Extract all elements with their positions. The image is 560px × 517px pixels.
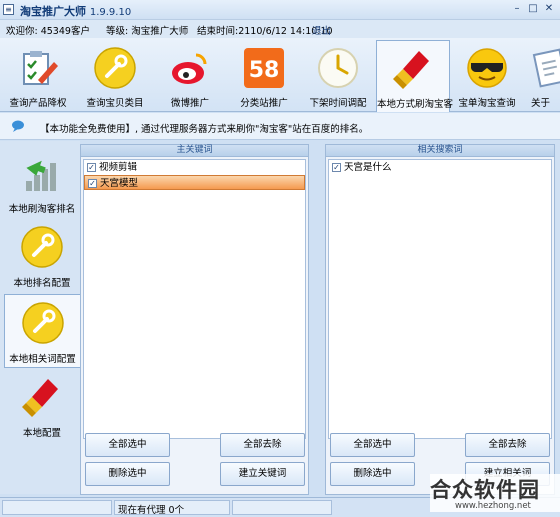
wrench-icon bbox=[21, 302, 64, 344]
title-bar: ≡ 淘宝推广大师 1.9.9.10 – □ ✕ bbox=[0, 0, 560, 20]
clipboard-pencil-icon bbox=[23, 51, 58, 85]
list-item[interactable]: ✓ 天宫是什么 bbox=[329, 160, 551, 175]
nav-label: 本地刷淘客排名 bbox=[8, 204, 76, 215]
tool-product-downgrade[interactable]: 查询产品降权 bbox=[0, 40, 76, 110]
related-terms-panel: 相关搜索词 ✓ 天宫是什么 全部选中 全部去除 删除选中 建立相关词 bbox=[325, 144, 555, 495]
main-keywords-list[interactable]: ✓ 视频剪辑 ✓ 天宫模型 bbox=[83, 159, 306, 439]
nav-label: 本地配置 bbox=[22, 428, 61, 439]
left-nav: 本地刷淘客排名 本地排名配置 本地相关词配置 本地配置 bbox=[0, 141, 80, 494]
nav-related-words-config[interactable]: 本地相关词配置 bbox=[4, 294, 80, 368]
58-icon: 58 bbox=[244, 48, 284, 88]
select-all-button[interactable]: 全部选中 bbox=[85, 433, 170, 457]
tool-label: 查询产品降权 bbox=[9, 98, 67, 109]
lipstick-icon bbox=[393, 51, 429, 89]
tool-delist-time[interactable]: 下架时间调配 bbox=[302, 40, 374, 110]
tool-label: 本地方式刷淘宝客 bbox=[377, 99, 454, 110]
speech-bubble-icon bbox=[12, 120, 24, 132]
watermark-title: 合众软件园 bbox=[430, 478, 540, 502]
level-text: 等级: 淘宝推广大师 bbox=[106, 26, 189, 37]
sunglasses-face-icon bbox=[467, 48, 507, 88]
checkbox[interactable]: ✓ bbox=[87, 163, 96, 172]
document-icon bbox=[532, 48, 560, 88]
user-info-bar: 欢迎你: 45349客户 等级: 淘宝推广大师 结束时间:2110/6/12 1… bbox=[0, 20, 560, 38]
minimize-button[interactable]: – bbox=[510, 3, 524, 15]
app-name: 淘宝推广大师 bbox=[20, 5, 86, 18]
tool-weibo[interactable]: 微博推广 bbox=[154, 40, 226, 110]
maximize-button[interactable]: □ bbox=[526, 3, 540, 15]
tool-label: 下架时间调配 bbox=[309, 98, 367, 109]
list-item-label: 视频剪辑 bbox=[99, 162, 138, 173]
tool-classified[interactable]: 58 分类站推广 bbox=[226, 40, 302, 110]
remove-all-button[interactable]: 全部去除 bbox=[220, 433, 305, 457]
list-item-label: 天宫模型 bbox=[100, 178, 139, 189]
wrench-icon bbox=[21, 226, 63, 268]
nav-local-config[interactable]: 本地配置 bbox=[4, 369, 80, 443]
tool-label: 关于 bbox=[531, 98, 551, 109]
tool-label: 宝单淘宝查询 bbox=[458, 98, 516, 109]
list-item-selected[interactable]: ✓ 天宫模型 bbox=[84, 175, 305, 190]
tool-about[interactable]: 关于 bbox=[523, 40, 560, 110]
status-segment bbox=[232, 500, 332, 515]
select-all-button[interactable]: 全部选中 bbox=[330, 433, 415, 457]
tool-label: 查询宝贝类目 bbox=[86, 98, 144, 109]
status-segment bbox=[2, 500, 112, 515]
proxy-count-text: 现在有代理 0个 bbox=[118, 505, 185, 516]
list-item-label: 天宫是什么 bbox=[344, 162, 392, 173]
delete-selected-button[interactable]: 删除选中 bbox=[330, 462, 415, 486]
main-toolbar: 查询产品降权 查询宝贝类目 微博推广 58 分类站推广 下架时间调配 本地方式刷… bbox=[0, 38, 560, 112]
panel-header: 主关键词 bbox=[81, 145, 308, 157]
lipstick-icon bbox=[22, 379, 58, 417]
main-keywords-panel: 主关键词 ✓ 视频剪辑 ✓ 天宫模型 全部选中 全部去除 删除选中 建立关键词 bbox=[80, 144, 309, 495]
tool-order-query[interactable]: 宝单淘宝查询 bbox=[451, 40, 523, 110]
panel-header: 相关搜索词 bbox=[326, 145, 554, 157]
delete-selected-button[interactable]: 删除选中 bbox=[85, 462, 170, 486]
bar-chart-arrow-icon bbox=[26, 160, 56, 191]
nav-label: 本地排名配置 bbox=[13, 278, 71, 289]
create-keyword-button[interactable]: 建立关键词 bbox=[220, 462, 305, 486]
tool-label: 分类站推广 bbox=[240, 98, 288, 109]
wrench-icon bbox=[94, 47, 136, 89]
list-item[interactable]: ✓ 视频剪辑 bbox=[84, 160, 305, 175]
nav-local-ranking[interactable]: 本地刷淘客排名 bbox=[4, 145, 80, 219]
remove-all-button[interactable]: 全部去除 bbox=[465, 433, 550, 457]
logout-link[interactable]: 退出 bbox=[312, 23, 331, 37]
tool-category-query[interactable]: 查询宝贝类目 bbox=[76, 40, 154, 110]
watermark-url: www.hezhong.net bbox=[455, 501, 531, 511]
tool-local-taoke[interactable]: 本地方式刷淘宝客 bbox=[376, 40, 454, 112]
nav-label: 本地相关词配置 bbox=[9, 354, 76, 365]
tool-label: 微博推广 bbox=[170, 98, 209, 109]
clock-icon bbox=[318, 48, 358, 88]
app-version: 1.9.9.10 bbox=[89, 7, 132, 18]
checkbox[interactable]: ✓ bbox=[332, 163, 341, 172]
nav-ranking-config[interactable]: 本地排名配置 bbox=[4, 219, 80, 293]
related-terms-list[interactable]: ✓ 天宫是什么 bbox=[328, 159, 552, 439]
window-title: 淘宝推广大师 1.9.9.10 bbox=[20, 3, 131, 19]
notice-bar: 【本功能全免费使用】, 通过代理服务器方式来刷你"淘宝客"站在百度的排名。 bbox=[0, 113, 560, 140]
svg-text:58: 58 bbox=[249, 58, 280, 83]
system-menu-icon[interactable]: ≡ bbox=[3, 4, 14, 15]
watermark: 合众软件园 www.hezhong.net bbox=[430, 474, 560, 512]
checkbox[interactable]: ✓ bbox=[88, 179, 97, 188]
close-button[interactable]: ✕ bbox=[542, 3, 556, 15]
weibo-icon bbox=[172, 53, 207, 84]
welcome-text: 欢迎你: 45349客户 bbox=[6, 26, 90, 37]
notice-text: 【本功能全免费使用】, 通过代理服务器方式来刷你"淘宝客"站在百度的排名。 bbox=[40, 124, 369, 135]
